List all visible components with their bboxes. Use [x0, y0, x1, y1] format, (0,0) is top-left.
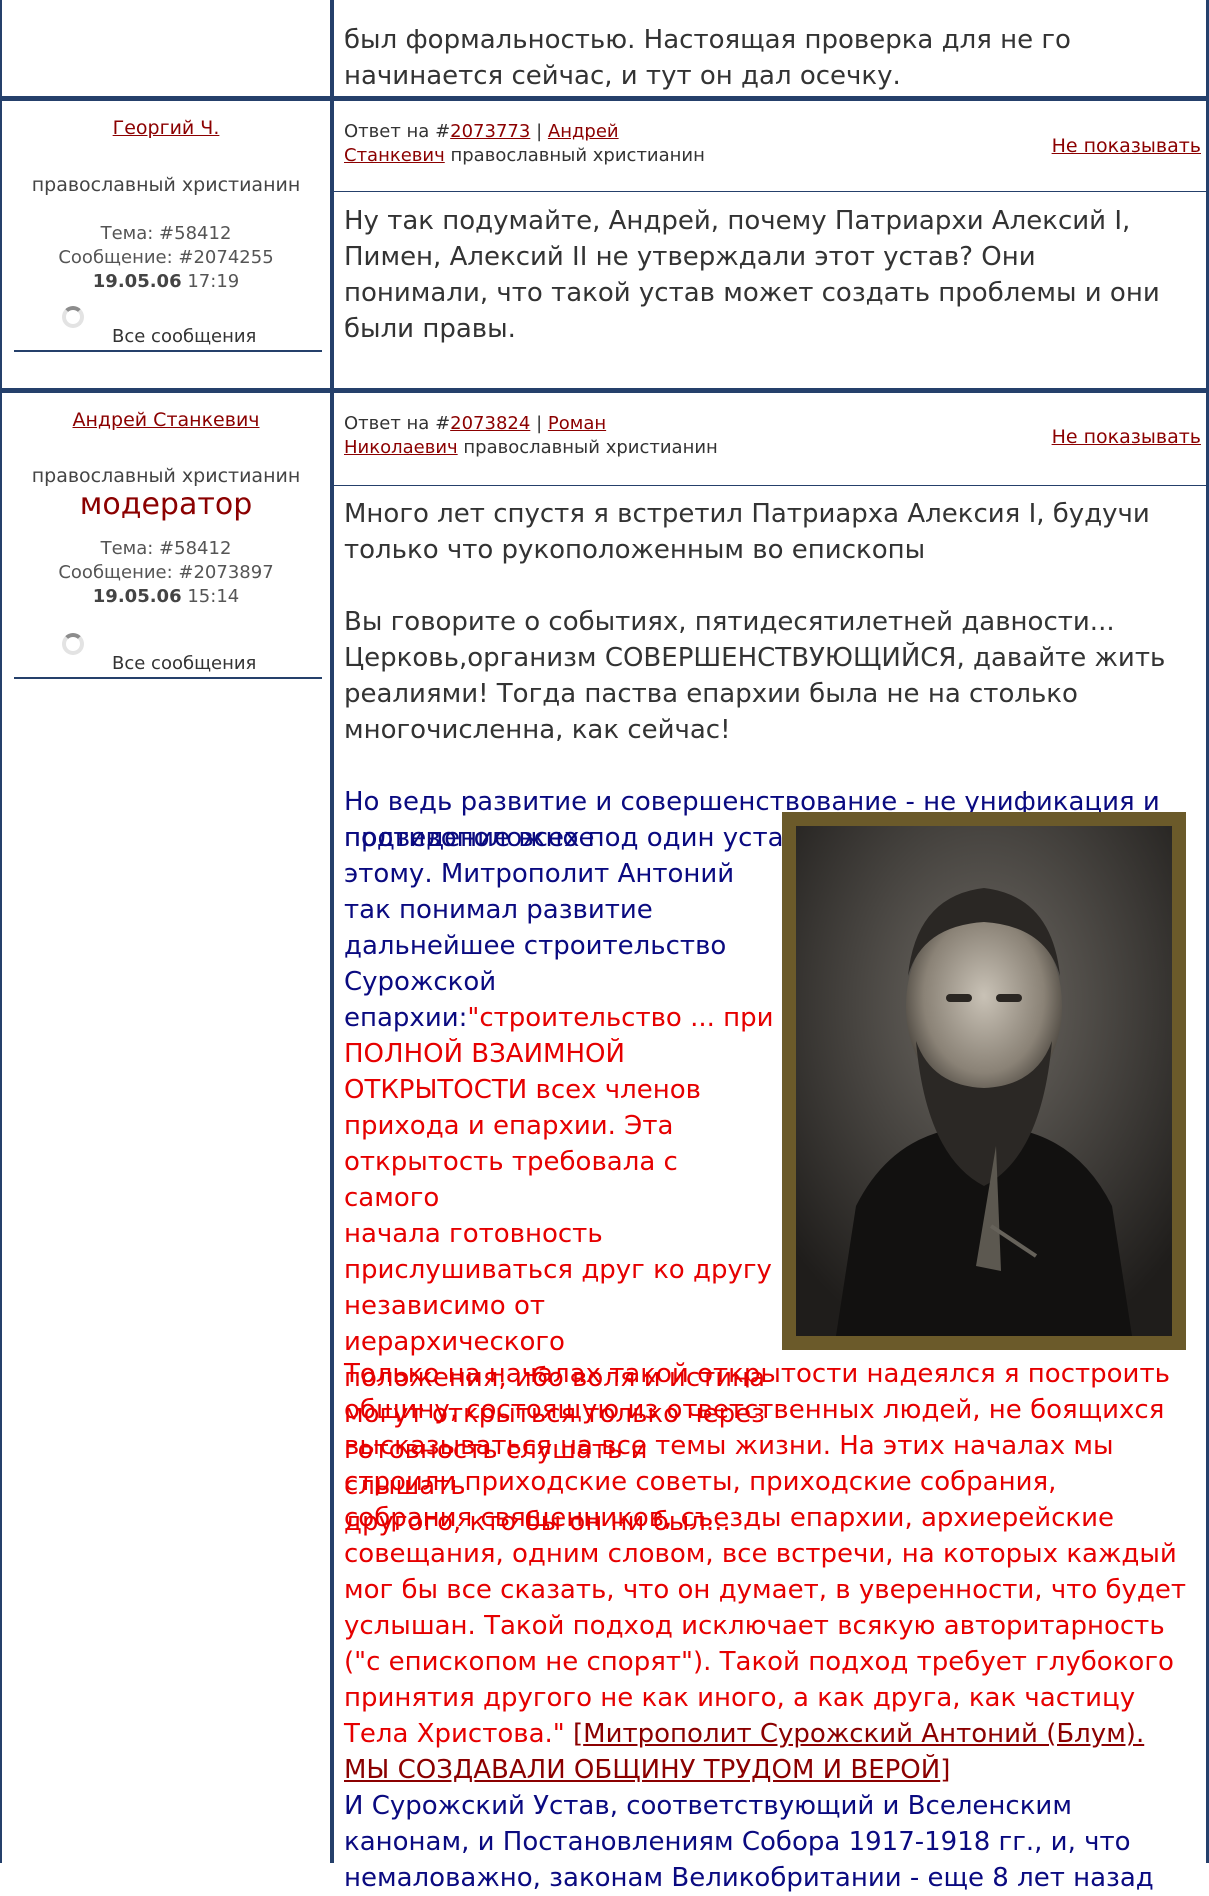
hide-button[interactable]: Не показывать [1052, 135, 1201, 157]
reply-line-2: Станкевич православный христианин [344, 144, 744, 168]
post-text-line: был формальностью. Настоящая проверка дл… [344, 25, 1071, 55]
post-text-line: начинается сейчас, и тут он дал осечку. [344, 61, 901, 91]
post-text-line: МЫ СОЗДАВАЛИ ОБЩИНУ ТРУДОМ И ВЕРОЙ] [344, 1755, 951, 1785]
author-role: православный христианин [31, 465, 301, 487]
reply-to-link[interactable]: 2073824 [450, 413, 530, 434]
reply-author-link[interactable]: Роман [548, 413, 606, 434]
post-datetime: 19.05.06 17:19 [2, 270, 330, 294]
post-text-line: ("с епископом не спорят"). Такой подход … [344, 1647, 1174, 1677]
topic-id: Тема: #58412 [100, 538, 232, 559]
post-text-line: мог бы все сказать, что он думает, в уве… [344, 1575, 1187, 1605]
post-text-line: Только на началах такой открытости надея… [344, 1359, 1170, 1389]
post-text-line: епархии:"строительство ... при [344, 1003, 774, 1033]
loading-spinner-icon [62, 306, 84, 328]
post-meta: Тема: #58412 Сообщение: #2074255 19.05.0… [2, 222, 330, 294]
all-messages-link[interactable]: Все сообщения [112, 326, 256, 347]
reply-author-role: православный христианин [463, 437, 718, 458]
loading-spinner-icon [62, 633, 84, 655]
post-time: 15:14 [187, 586, 240, 607]
post-text-line: начала готовность [344, 1219, 603, 1249]
quote-text-line: Вы говорите о событиях, пятидесятилетней… [344, 607, 1115, 637]
author-name-link[interactable]: Георгий Ч. [113, 117, 220, 139]
author-panel: Андрей Станкевич православный христианин… [2, 393, 330, 679]
reply-line-1: Ответ на #2073773 | Андрей [344, 121, 619, 142]
post-body: был формальностью. Настоящая проверка дл… [344, 22, 1071, 94]
post-datetime: 19.05.06 15:14 [2, 585, 330, 609]
author-panel: Георгий Ч. православный христианин Тема:… [2, 101, 330, 352]
reply-to-link[interactable]: 2073773 [450, 121, 530, 142]
post-text-line: понимали, что такой устав может создать … [344, 278, 1160, 308]
quote-text-line: многочисленна, как сейчас! [344, 715, 731, 745]
portrait-image [782, 812, 1186, 1350]
post-text-line: высказываться на все темы жизни. На этих… [344, 1431, 1114, 1461]
post-text-line: дальнейшее строительство [344, 931, 727, 961]
all-messages-link[interactable]: Все сообщения [112, 653, 256, 674]
message-id: Сообщение: #2074255 [58, 247, 274, 268]
post-text-line: Ну так подумайте, Андрей, почему Патриар… [344, 206, 1131, 236]
reply-author-role: православный христианин [450, 145, 705, 166]
quote-text-line: Церковь,организм СОВЕРШЕНСТВУЮЩИЙСЯ, дав… [344, 643, 1166, 673]
post-text-line: прислушиваться друг ко другу [344, 1255, 772, 1285]
post-text-line: услышан. Такой подход исключает всякую а… [344, 1611, 1165, 1641]
forum-page: был формальностью. Настоящая проверка дл… [0, 0, 1209, 1893]
column-divider [330, 0, 334, 1863]
divider [14, 350, 322, 352]
message-id: Сообщение: #2073897 [58, 562, 274, 583]
reply-author-link[interactable]: Станкевич [344, 145, 445, 166]
post-text-line: строили приходские советы, приходские со… [344, 1467, 1057, 1497]
divider [14, 677, 322, 679]
header-separator [334, 485, 1206, 486]
post-text-line: ОТКРЫТОСТИ всех членов [344, 1075, 701, 1105]
post-text-line: так понимал развитие [344, 895, 653, 925]
quote-text-line: Много лет спустя я встретил Патриарха Ал… [344, 499, 1150, 529]
post-text-line: Тела Христова." [Митрополит Сурожский Ан… [344, 1719, 1145, 1749]
quote-text-line: только что рукоположенным во епископы [344, 535, 926, 565]
source-link[interactable]: Митрополит Сурожский Антоний (Блум). [583, 1719, 1144, 1749]
post-body: Много лет спустя я встретил Патриарха Ал… [344, 496, 1204, 856]
post-body: Только на началах такой открытости надея… [344, 1356, 1204, 1896]
post-body: Ну так подумайте, Андрей, почему Патриар… [344, 203, 1160, 347]
quote-text-line: реалиями! Тогда паства епархии была не н… [344, 679, 1078, 709]
post-text-line: немаловажно, законам Великобритании - ещ… [344, 1863, 1154, 1893]
post-meta: Тема: #58412 Сообщение: #2073897 19.05.0… [2, 537, 330, 609]
post-time: 17:19 [187, 271, 240, 292]
post-date: 19.05.06 [92, 586, 182, 607]
moderator-badge: модератор [79, 487, 253, 522]
post-text-line: собрания священников, съезды епархии, ар… [344, 1503, 1114, 1533]
post-text-line: общину, состоящую из ответственных людей… [344, 1395, 1165, 1425]
post-text-line: были правы. [344, 314, 516, 344]
post-text-line: открытость требовала с самого [344, 1147, 678, 1213]
hide-button[interactable]: Не показывать [1052, 426, 1201, 448]
reply-author-link[interactable]: Николаевич [344, 437, 458, 458]
post-text-line: канонам, и Постановлениям Собора 1917-19… [344, 1827, 1131, 1857]
author-role: православный христианин [31, 174, 301, 196]
post-text-line: И Сурожский Устав, соответствующий и Все… [344, 1791, 1072, 1821]
reply-header: Ответ на #2073824 | Роман Николаевич пра… [344, 412, 744, 460]
post-text-line: этому. Митрополит Антоний [344, 859, 735, 889]
post-text-line: прихода и епархии. Эта [344, 1111, 674, 1141]
post-text-line: совещания, одним словом, все встречи, на… [344, 1539, 1177, 1569]
author-name-link[interactable]: Андрей Станкевич [72, 409, 259, 431]
reply-header: Ответ на #2073773 | Андрей Станкевич пра… [344, 120, 744, 168]
post-text-line: противоположное [344, 823, 595, 853]
reply-line-2: Николаевич православный христианин [344, 436, 744, 460]
post-text-line: принятия другого не как иного, а как дру… [344, 1683, 1136, 1713]
reply-line-1: Ответ на #2073824 | Роман [344, 413, 607, 434]
post-text-line: ПОЛНОЙ ВЗАИМНОЙ [344, 1039, 625, 1069]
reply-author-link[interactable]: Андрей [548, 121, 619, 142]
portrait-photo [796, 826, 1172, 1336]
topic-id: Тема: #58412 [100, 223, 232, 244]
post-date: 19.05.06 [92, 271, 182, 292]
source-link[interactable]: МЫ СОЗДАВАЛИ ОБЩИНУ ТРУДОМ И ВЕРОЙ [344, 1755, 940, 1785]
post-text-line: Пимен, Алексий II не утверждали этот уст… [344, 242, 1036, 272]
header-separator [334, 191, 1206, 192]
post-text-line: независимо от иерархического [344, 1291, 565, 1357]
post-text-line: Сурожской [344, 967, 497, 997]
